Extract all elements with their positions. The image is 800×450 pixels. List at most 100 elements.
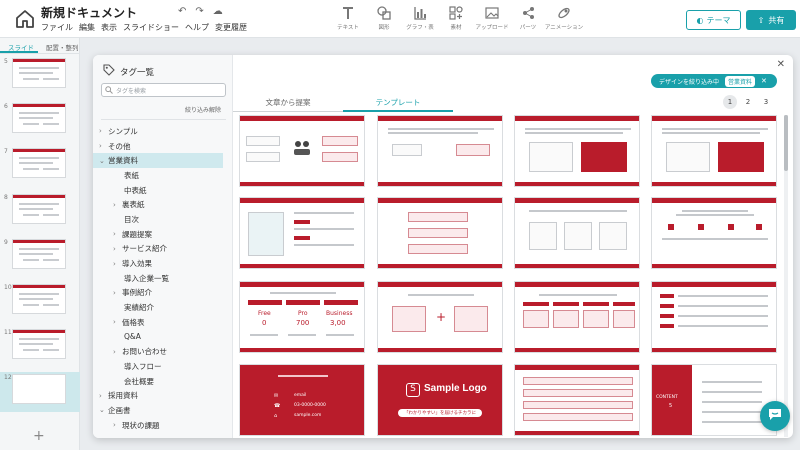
chevron-right-icon[interactable]: › [113,201,122,209]
tab-template[interactable]: テンプレート [343,94,453,112]
chevron-right-icon[interactable]: › [113,260,122,268]
template-card[interactable] [651,197,777,269]
template-card-pricing[interactable]: Free Pro Business 0 700 3,00 [239,281,365,353]
tag-item[interactable]: › 導入効果 [93,256,233,271]
redo-icon[interactable]: ↷ [195,6,203,17]
chat-support-button[interactable] [760,401,790,431]
template-card[interactable] [377,197,503,269]
tool-material[interactable]: 素材 [438,5,474,31]
chevron-down-icon[interactable]: ⌄ [99,406,108,414]
card-footer-bar [652,182,776,186]
add-slide-button[interactable]: + [33,428,45,444]
template-card[interactable] [514,281,640,353]
tag-item[interactable]: › 採用資料 [93,388,233,403]
chevron-right-icon[interactable]: › [99,127,108,135]
chevron-right-icon[interactable]: › [113,348,122,356]
menu-slideshow[interactable]: スライドショー [123,22,179,33]
tag-item[interactable]: 導入フロー [93,359,233,374]
slide-thumbnail[interactable]: 12 [0,372,80,412]
theme-button[interactable]: ◐ テーマ [686,10,741,30]
template-card[interactable] [514,197,640,269]
template-card[interactable] [514,115,640,187]
template-card[interactable] [651,115,777,187]
template-card-content[interactable]: CONTENT 5 [651,364,777,436]
tag-item[interactable]: 会社概要 [93,374,233,389]
close-icon[interactable]: ✕ [777,59,785,70]
chevron-right-icon[interactable]: › [113,289,122,297]
slide-thumbnail[interactable]: 7 [0,146,80,186]
tool-shape[interactable]: 図形 [366,5,402,31]
menu-file[interactable]: ファイル [41,22,73,33]
tag-item[interactable]: 目次 [93,212,233,227]
tag-label: 導入効果 [122,259,152,269]
home-icon[interactable] [14,8,36,30]
slide-thumbnail[interactable]: 5 [0,56,80,96]
tool-animation[interactable]: アニメーション [545,5,583,31]
tag-item[interactable]: ⌄ 営業資料 [93,153,223,169]
cloud-save-icon[interactable]: ☁ [213,6,223,17]
template-card[interactable] [377,115,503,187]
template-card[interactable] [239,197,365,269]
page-2[interactable]: 2 [741,95,755,109]
slide-thumbnail[interactable]: 10 [0,282,80,322]
tab-arrange[interactable]: 配置・整列 [38,38,79,53]
template-card-cover[interactable]: S Sample Logo 「わかりやすい」を届けるチカラに [377,364,503,436]
tag-item[interactable]: › その他 [93,139,233,154]
tag-item[interactable]: 表紙 [93,168,233,183]
tool-upload[interactable]: アップロード [474,5,510,31]
tag-item[interactable]: › お問い合わせ [93,344,233,359]
chevron-right-icon[interactable]: › [113,421,122,429]
tab-slides[interactable]: スライド [0,38,38,53]
slide-thumbnail[interactable]: 8 [0,192,80,232]
tag-item[interactable]: › 事例紹介 [93,286,233,301]
page-3[interactable]: 3 [759,95,773,109]
chevron-right-icon[interactable]: › [99,142,108,150]
tag-item[interactable]: › サービス紹介 [93,242,233,257]
slide-thumbnail[interactable]: 9 [0,237,80,277]
menu-view[interactable]: 表示 [101,22,117,33]
tag-search-input[interactable]: タグを検索 [101,83,226,97]
card-header-bar [515,365,639,370]
chevron-down-icon[interactable]: ⌄ [99,157,108,165]
card-footer-bar [515,431,639,435]
tag-item[interactable]: ⌄ 企画書 [93,403,233,418]
tag-item[interactable]: Q&A [93,330,233,345]
slide-thumbnail[interactable]: 6 [0,101,80,141]
remove-filter-icon[interactable]: ✕ [761,77,767,85]
slide-number: 7 [4,148,8,155]
template-card[interactable] [651,281,777,353]
tab-text-proposal[interactable]: 文章から提案 [233,94,343,112]
undo-icon[interactable]: ↶ [178,6,186,17]
card-header-bar [378,116,502,121]
tag-item[interactable]: 導入企業一覧 [93,271,233,286]
tag-item[interactable]: › シンプル [93,124,233,139]
menu-help[interactable]: ヘルプ [185,22,209,33]
chevron-right-icon[interactable]: › [113,318,122,326]
page-1[interactable]: 1 [723,95,737,109]
menu-history[interactable]: 変更履歴 [215,22,247,33]
menu-edit[interactable]: 編集 [79,22,95,33]
share-button[interactable]: ⇧ 共有 [746,10,796,30]
tag-item[interactable]: › 裏表紙 [93,197,233,212]
tag-item[interactable]: › 課題提案 [93,227,233,242]
template-card[interactable] [514,364,640,436]
template-card[interactable] [239,115,365,187]
tag-item[interactable]: 中表紙 [93,183,233,198]
slide-thumbnail[interactable]: 11 [0,327,80,367]
chevron-right-icon[interactable]: › [99,392,108,400]
slide-preview-line [19,72,53,74]
document-title[interactable]: 新規ドキュメント [41,4,137,21]
tag-item[interactable]: 実績紹介 [93,300,233,315]
clear-filter-link[interactable]: 絞り込み解除 [185,105,221,114]
tool-text[interactable]: テキスト [330,5,366,31]
chevron-right-icon[interactable]: › [113,245,122,253]
tool-chart[interactable]: グラフ・表 [402,5,438,31]
tag-item[interactable]: › 価格表 [93,315,233,330]
tag-item[interactable]: › 現状の課題 [93,418,233,433]
chevron-right-icon[interactable]: › [113,230,122,238]
template-scrollbar-thumb[interactable] [784,115,788,171]
plus-icon: + [436,310,447,324]
tool-parts[interactable]: パーツ [510,5,546,31]
template-card[interactable]: + [377,281,503,353]
template-card-contact[interactable]: ✉ email ☎ 03-0000-0000 ⌂ sample.com [239,364,365,436]
